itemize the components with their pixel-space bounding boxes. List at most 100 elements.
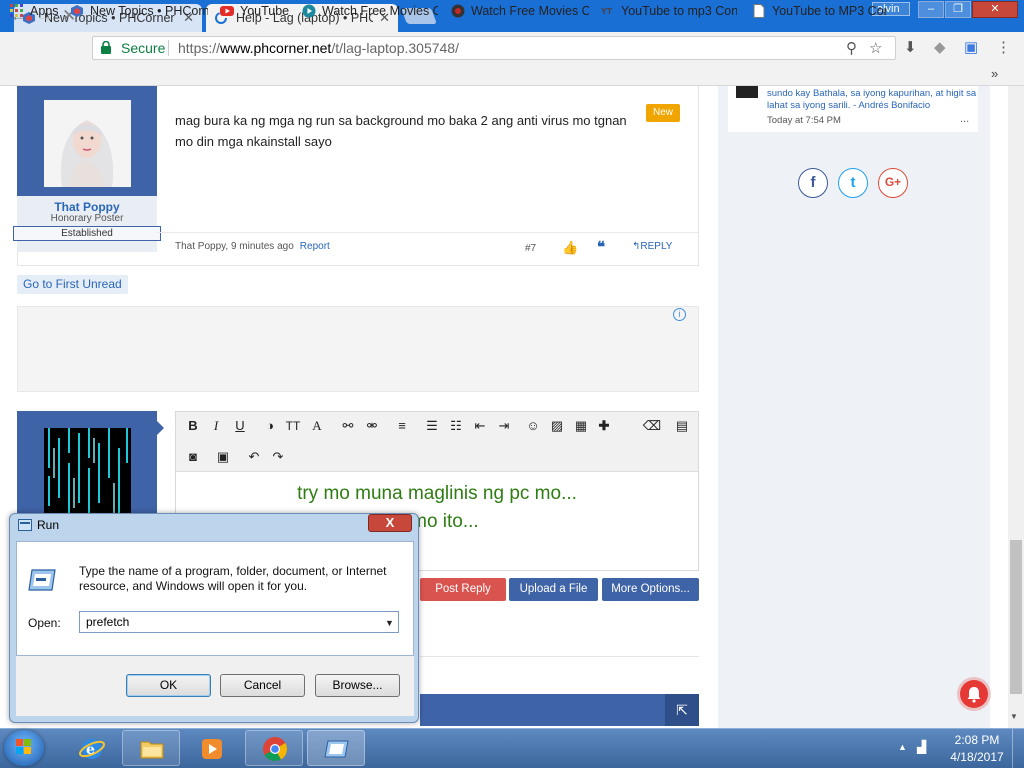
eraser-icon[interactable]: ⌫ — [642, 416, 662, 436]
notification-bell-icon[interactable] — [960, 680, 988, 708]
redo-icon[interactable]: ↷ — [268, 447, 288, 467]
save-draft-icon[interactable]: ▣ — [213, 447, 233, 467]
camera-icon[interactable]: ◙ — [183, 447, 203, 467]
bullet-list-icon[interactable]: ☰ — [422, 416, 442, 436]
ok-button[interactable]: OK — [126, 674, 211, 697]
secure-label: Secure — [121, 40, 166, 56]
taskbar-file-explorer[interactable] — [122, 730, 180, 766]
more-icon[interactable]: ... — [960, 113, 969, 125]
media-icon[interactable]: ▦ — [571, 416, 591, 436]
insert-plus-icon[interactable]: ✚ — [594, 416, 614, 436]
image-icon[interactable]: ▨ — [547, 416, 567, 436]
show-desktop-button[interactable] — [1012, 729, 1024, 768]
post-reply-button[interactable]: Post Reply — [420, 578, 506, 601]
bookmark-youtube-to-mp3-1[interactable]: YT YouTube to mp3 Con — [601, 3, 737, 19]
url-text[interactable]: https://www.phcorner.net/t/lag-laptop.30… — [178, 40, 459, 56]
bookmarks-overflow-button[interactable]: » — [991, 66, 998, 81]
google-plus-icon[interactable]: G+ — [878, 168, 908, 198]
zoom-search-icon[interactable]: ⚲ — [846, 39, 857, 57]
undo-icon[interactable]: ↶ — [244, 447, 264, 467]
link-icon[interactable]: ⚯ — [338, 416, 358, 436]
taskbar-run[interactable] — [307, 730, 365, 766]
bookmark-label: YouTube — [240, 4, 290, 18]
reply-button[interactable]: ↰REPLY — [632, 241, 672, 252]
ad-info-icon[interactable]: i — [673, 308, 686, 321]
news-quote[interactable]: sundo kay Bathala, sa iyong kapurihan, a… — [767, 88, 977, 112]
smiley-icon[interactable]: ☺ — [523, 416, 543, 436]
more-options-button[interactable]: More Options... — [602, 578, 699, 601]
external-link-icon[interactable]: ⇱ — [665, 694, 699, 726]
clock-date[interactable]: 4/18/2017 — [944, 750, 1010, 764]
svg-text:e: e — [86, 742, 95, 758]
download-icon[interactable]: ⬇ — [904, 38, 917, 56]
report-link[interactable]: Report — [300, 241, 330, 252]
run-command-input[interactable]: prefetch — [79, 611, 399, 633]
chevron-down-icon[interactable]: ▼ — [385, 618, 394, 628]
post-meta: That Poppy, 9 minutes ago Report — [175, 241, 330, 252]
cancel-button[interactable]: Cancel — [220, 674, 305, 697]
post-author-time[interactable]: That Poppy, 9 minutes ago — [175, 241, 294, 252]
browse-button[interactable]: Browse... — [315, 674, 400, 697]
indent-icon[interactable]: ⇥ — [494, 416, 514, 436]
dialog-close-button[interactable]: X — [368, 514, 412, 532]
bookmark-youtube-to-mp3-2[interactable]: YouTube to MP3 Con — [752, 3, 886, 19]
url-scheme: https:// — [178, 40, 221, 56]
like-thumb-icon[interactable]: 👍 — [562, 240, 578, 256]
bookmark-watch-free-movies-2[interactable]: Watch Free Movies Or — [451, 3, 589, 19]
matrix-avatar-image — [44, 428, 131, 518]
taskbar-chrome[interactable] — [245, 730, 303, 766]
bookmark-label: Watch Free Movies Or — [471, 4, 589, 18]
mp3-icon: YT — [601, 7, 613, 16]
bookmark-star-icon[interactable]: ☆ — [869, 39, 882, 57]
bookmark-youtube[interactable]: YouTube — [220, 3, 294, 19]
translate-icon[interactable]: ▣ — [964, 38, 978, 56]
network-icon[interactable]: ▟ — [917, 740, 926, 754]
show-hidden-icons-arrow-icon[interactable]: ▲ — [898, 742, 907, 752]
color-icon[interactable]: ◑ — [260, 416, 280, 436]
bookmark-watch-free-movies-1[interactable]: Watch Free Movies Or — [302, 3, 438, 19]
scrollbar-thumb[interactable] — [1010, 540, 1022, 694]
outdent-icon[interactable]: ⇤ — [470, 416, 490, 436]
numbered-list-icon[interactable]: ☷ — [446, 416, 466, 436]
facebook-icon[interactable]: f — [798, 168, 828, 198]
post-user-title: Honorary Poster — [50, 213, 124, 224]
clock-time[interactable]: 2:08 PM — [948, 733, 1006, 747]
media-player-icon — [202, 739, 222, 759]
quote-icon[interactable]: ❝ — [597, 238, 605, 256]
taskbar-media-player[interactable] — [182, 730, 240, 766]
bookmark-new-topics[interactable]: New Topics • PHCorn — [70, 3, 208, 19]
avatar[interactable] — [44, 100, 131, 187]
extension-icon[interactable]: ◆ — [934, 38, 946, 56]
italic-icon[interactable]: I — [206, 416, 226, 436]
font-icon[interactable]: A — [307, 416, 327, 436]
avatar[interactable] — [44, 428, 131, 518]
bookmark-label: Watch Free Movies Or — [322, 4, 438, 18]
bold-icon[interactable]: B — [183, 416, 203, 436]
news-thumbnail[interactable] — [736, 86, 758, 98]
go-to-first-unread-button[interactable]: Go to First Unread — [17, 275, 128, 294]
window-close-button[interactable]: ✕ — [972, 1, 1018, 18]
unlink-icon[interactable]: ⚮ — [362, 416, 382, 436]
divider — [420, 656, 699, 657]
start-button[interactable] — [4, 730, 44, 766]
bookmark-label: Apps — [30, 4, 59, 18]
upload-file-button[interactable]: Upload a File — [509, 578, 598, 601]
chrome-menu-icon[interactable]: ⋮ — [996, 38, 1011, 56]
user-status-badge: Established — [13, 226, 161, 241]
bookmark-apps[interactable]: Apps — [10, 3, 60, 19]
post-username[interactable]: That Poppy — [17, 200, 157, 214]
align-icon[interactable]: ≡ — [392, 416, 412, 436]
run-program-icon — [324, 740, 349, 758]
template-icon[interactable]: ▤ — [672, 416, 692, 436]
user-avatar-image — [44, 100, 131, 187]
minimize-button[interactable]: – — [918, 1, 944, 18]
bell-glyph — [967, 687, 981, 703]
url-host: www.phcorner.net — [220, 40, 332, 56]
twitter-icon[interactable]: t — [838, 168, 868, 198]
underline-icon[interactable]: U — [230, 416, 250, 436]
scroll-down-arrow-icon[interactable]: ▼ — [1010, 712, 1018, 721]
taskbar-internet-explorer[interactable]: e — [62, 730, 120, 766]
restore-button[interactable]: ❐ — [945, 1, 971, 18]
post-number[interactable]: #7 — [525, 243, 536, 254]
text-size-icon[interactable]: TT — [283, 416, 303, 436]
